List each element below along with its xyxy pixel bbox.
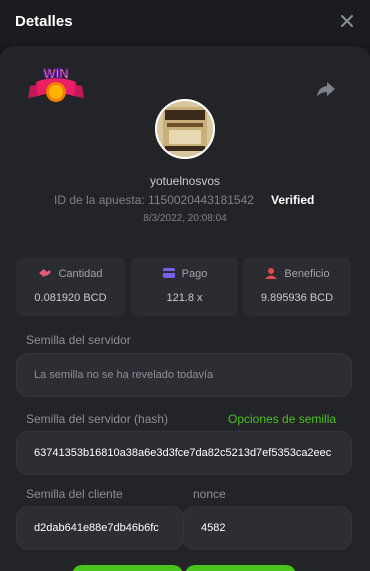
close-icon[interactable]: [339, 13, 355, 29]
verified-badge[interactable]: Verified: [271, 193, 314, 207]
stat-label: Cantidad: [58, 268, 103, 280]
action-button-left[interactable]: [72, 565, 183, 571]
stat-card-beneficio: Beneficio 9.895936 BCD: [243, 257, 351, 316]
share-icon[interactable]: [316, 80, 336, 98]
stat-value: 0.081920 BCD: [34, 292, 107, 304]
username[interactable]: yotuelnosvos: [0, 174, 370, 188]
stat-label: Pago: [181, 268, 208, 280]
stat-card-pago: Pago 121.8 x: [131, 257, 238, 316]
nonce-label: nonce: [193, 487, 226, 501]
wanted-poster-icon: [157, 101, 213, 157]
bet-id: ID de la apuesta: 1150020443181542: [54, 193, 254, 207]
server-seed-field[interactable]: La semilla no se ha revelado todavía: [16, 353, 352, 397]
bet-date: 8/3/2022, 20:08:04: [143, 213, 227, 224]
stat-label: Beneficio: [284, 268, 330, 280]
client-seed-field[interactable]: d2dab641e88e7db46b6fc: [16, 506, 184, 550]
nonce-field[interactable]: 4582: [183, 506, 352, 550]
stat-card-cantidad: Cantidad 0.081920 BCD: [16, 257, 125, 316]
profit-icon: [265, 268, 278, 279]
card-icon: [162, 268, 175, 278]
seed-options-link[interactable]: Opciones de semilla: [228, 412, 336, 426]
client-seed-label: Semilla del cliente: [26, 487, 123, 501]
win-badge-text: WIN: [43, 66, 68, 81]
dialog-title: Detalles: [15, 13, 73, 30]
stat-value: 9.895936 BCD: [260, 292, 334, 304]
dialog-header: Detalles: [0, 0, 370, 44]
action-button-right[interactable]: [185, 565, 296, 571]
server-hash-field[interactable]: 63741353b16810a38a6e3d3fce7da82c5213d7ef…: [16, 431, 352, 475]
stat-value: 121.8 x: [166, 292, 203, 304]
server-seed-label: Semilla del servidor: [26, 333, 131, 347]
coins-icon: [39, 269, 52, 277]
win-badge-icon: WIN: [28, 65, 84, 102]
server-hash-label: Semilla del servidor (hash): [26, 412, 169, 426]
game-image: [155, 99, 215, 159]
